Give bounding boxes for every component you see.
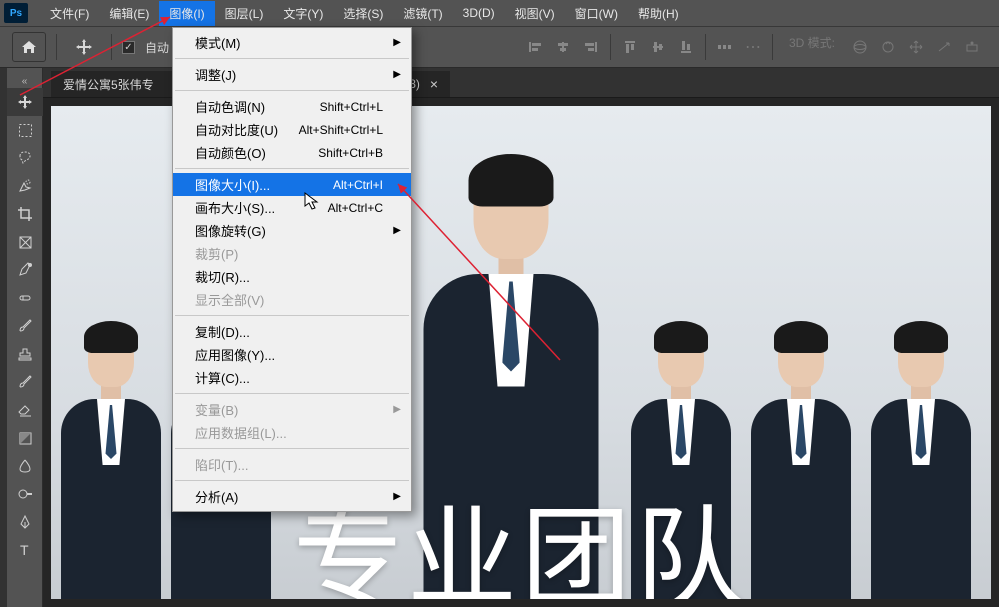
tool-panel: « T — [7, 68, 43, 607]
spacer — [0, 68, 7, 607]
stamp-tool[interactable] — [7, 340, 43, 368]
home-button[interactable] — [12, 32, 46, 62]
scale-3d-icon[interactable] — [959, 34, 985, 60]
svg-text:T: T — [20, 542, 29, 558]
cursor-icon — [304, 192, 322, 212]
figure — [61, 327, 161, 599]
tab-close-button[interactable]: × — [430, 76, 438, 92]
menu-auto-contrast[interactable]: 自动对比度(U)Alt+Shift+Ctrl+L — [173, 118, 411, 141]
menu-filter[interactable]: 滤镜(T) — [393, 1, 452, 26]
auto-select-checkbox[interactable]: ✓ — [122, 41, 135, 54]
menu-trap: 陷印(T)... — [173, 453, 411, 476]
align-top-icon[interactable] — [617, 34, 643, 60]
menu-window[interactable]: 窗口(W) — [565, 1, 628, 26]
menu-trim[interactable]: 裁切(R)... — [173, 265, 411, 288]
quick-select-tool[interactable] — [7, 172, 43, 200]
lasso-tool[interactable] — [7, 144, 43, 172]
crop-tool[interactable] — [7, 200, 43, 228]
eraser-tool[interactable] — [7, 396, 43, 424]
submenu-arrow-icon: ▶ — [393, 37, 401, 48]
options-bar: ✓ 自动 ⋯ 3D 模式: — [0, 27, 999, 68]
move-tool-indicator[interactable] — [67, 32, 101, 62]
menu-separator — [175, 58, 409, 59]
menu-bar: Ps 文件(F) 编辑(E) 图像(I) 图层(L) 文字(Y) 选择(S) 滤… — [0, 0, 999, 27]
menu-view[interactable]: 视图(V) — [505, 1, 565, 26]
submenu-arrow-icon: ▶ — [393, 491, 401, 502]
menu-mode[interactable]: 模式(M)▶ — [173, 31, 411, 54]
menu-image[interactable]: 图像(I) — [159, 1, 214, 26]
align-center-v-icon[interactable] — [645, 34, 671, 60]
menu-separator — [175, 448, 409, 449]
auto-select-label: 自动 — [145, 39, 169, 56]
pen-tool[interactable] — [7, 508, 43, 536]
submenu-arrow-icon: ▶ — [393, 69, 401, 80]
menu-edit[interactable]: 编辑(E) — [99, 1, 159, 26]
menu-separator — [175, 393, 409, 394]
home-icon — [21, 40, 37, 54]
menu-image-rotation[interactable]: 图像旋转(G)▶ — [173, 219, 411, 242]
divider — [111, 34, 112, 60]
divider — [610, 34, 611, 60]
dodge-tool[interactable] — [7, 480, 43, 508]
menu-adjust[interactable]: 调整(J)▶ — [173, 63, 411, 86]
align-bottom-icon[interactable] — [673, 34, 699, 60]
tab-title-prefix: 爱情公寓5张伟专 — [63, 76, 154, 93]
menu-reveal-all: 显示全部(V) — [173, 288, 411, 311]
distribute-icon[interactable] — [712, 34, 738, 60]
menu-select[interactable]: 选择(S) — [333, 1, 393, 26]
menu-help[interactable]: 帮助(H) — [628, 1, 689, 26]
menu-separator — [175, 480, 409, 481]
brush-tool[interactable] — [7, 312, 43, 340]
divider — [705, 34, 706, 60]
panel-collapse-icon[interactable]: « — [7, 74, 42, 88]
menu-3d[interactable]: 3D(D) — [453, 2, 505, 24]
menu-type[interactable]: 文字(Y) — [273, 1, 333, 26]
pan-3d-icon[interactable] — [903, 34, 929, 60]
menu-apply-image[interactable]: 应用图像(Y)... — [173, 343, 411, 366]
slide-3d-icon[interactable] — [931, 34, 957, 60]
frame-tool[interactable] — [7, 228, 43, 256]
roll-3d-icon[interactable] — [875, 34, 901, 60]
eyedropper-tool[interactable] — [7, 256, 43, 284]
align-group: ⋯ 3D 模式: — [522, 34, 999, 60]
divider — [772, 34, 773, 60]
menu-analysis[interactable]: 分析(A)▶ — [173, 485, 411, 508]
submenu-arrow-icon: ▶ — [393, 225, 401, 236]
type-tool[interactable]: T — [7, 536, 43, 564]
menu-auto-color[interactable]: 自动颜色(O)Shift+Ctrl+B — [173, 141, 411, 164]
image-menu-dropdown: 模式(M)▶ 调整(J)▶ 自动色调(N)Shift+Ctrl+L 自动对比度(… — [172, 27, 412, 512]
menu-separator — [175, 90, 409, 91]
menu-canvas-size[interactable]: 画布大小(S)...Alt+Ctrl+C — [173, 196, 411, 219]
healing-tool[interactable] — [7, 284, 43, 312]
align-center-h-icon[interactable] — [550, 34, 576, 60]
menu-separator — [175, 315, 409, 316]
align-left-icon[interactable] — [522, 34, 548, 60]
divider — [56, 34, 57, 60]
blur-tool[interactable] — [7, 452, 43, 480]
orbit-3d-icon[interactable] — [847, 34, 873, 60]
mode-3d-label: 3D 模式: — [789, 34, 835, 60]
history-brush-tool[interactable] — [7, 368, 43, 396]
menu-duplicate[interactable]: 复制(D)... — [173, 320, 411, 343]
menu-variables: 变量(B)▶ — [173, 398, 411, 421]
menu-layer[interactable]: 图层(L) — [215, 1, 274, 26]
submenu-arrow-icon: ▶ — [393, 404, 401, 415]
menu-image-size[interactable]: 图像大小(I)...Alt+Ctrl+I — [173, 173, 411, 196]
app-logo: Ps — [4, 3, 28, 23]
menu-file[interactable]: 文件(F) — [40, 1, 99, 26]
menu-calculations[interactable]: 计算(C)... — [173, 366, 411, 389]
figure — [751, 327, 851, 599]
menu-apply-dataset: 应用数据组(L)... — [173, 421, 411, 444]
align-right-icon[interactable] — [578, 34, 604, 60]
figure — [871, 327, 971, 599]
menu-auto-tone[interactable]: 自动色调(N)Shift+Ctrl+L — [173, 95, 411, 118]
move-tool[interactable] — [7, 88, 43, 116]
gradient-tool[interactable] — [7, 424, 43, 452]
menu-crop: 裁剪(P) — [173, 242, 411, 265]
more-options-icon[interactable]: ⋯ — [740, 34, 766, 60]
move-icon — [75, 38, 93, 56]
menu-separator — [175, 168, 409, 169]
marquee-tool[interactable] — [7, 116, 43, 144]
workspace: « T 爱情公寓5张伟专 .jpg @ 33.3%(RGB/8) × — [0, 68, 999, 607]
